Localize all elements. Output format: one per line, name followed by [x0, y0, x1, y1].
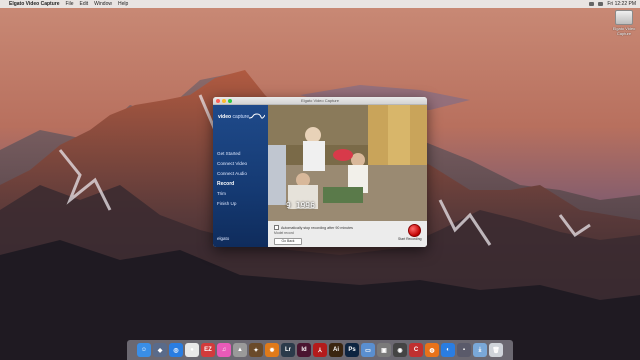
auto-stop-option[interactable]: Automatically stop recording after 90 mi… — [274, 225, 353, 230]
auto-stop-label: Automatically stop recording after 90 mi… — [281, 225, 353, 230]
app-icon[interactable]: ▲ — [233, 343, 247, 357]
status-icon[interactable] — [589, 2, 595, 6]
menu-bar: Elgato Video Capture File Edit Window He… — [0, 0, 640, 8]
video-preview: 9 1996 — [268, 105, 427, 221]
go-back-button[interactable]: Go Back — [274, 238, 302, 245]
sidebar-item-trim[interactable]: Trim — [217, 189, 247, 199]
folder-icon[interactable]: ▭ — [361, 343, 375, 357]
wave-icon — [249, 113, 265, 119]
brand-logo: video capture — [218, 114, 250, 120]
app2-icon[interactable]: ▪ — [457, 343, 471, 357]
acrobat-icon[interactable]: ⅄ — [313, 343, 327, 357]
illustrator-icon[interactable]: Ai — [329, 343, 343, 357]
sidebar-item-finish-up[interactable]: Finish Up — [217, 199, 247, 209]
sidebar-item-connect-audio[interactable]: Connect Audio — [217, 169, 247, 179]
itunes-icon[interactable]: ♫ — [217, 343, 231, 357]
menu-help[interactable]: Help — [118, 1, 128, 7]
auto-stop-checkbox[interactable] — [274, 225, 279, 230]
close-icon[interactable] — [216, 98, 220, 103]
sidebar-item-get-started[interactable]: Get Started — [217, 149, 247, 159]
preview-icon[interactable]: ▣ — [377, 343, 391, 357]
firefox2-icon[interactable]: ◍ — [425, 343, 439, 357]
dock: ☺ ◆ ◎ ● EZ ♫ ▲ ✦ ✹ Lr Id ⅄ Ai Ps ▭ ▣ ◉ C ◍ ◐ ▪ ⤓ 🗑 — [127, 340, 513, 360]
trash-icon[interactable]: 🗑 — [489, 343, 503, 357]
drive-icon — [615, 10, 633, 25]
menu-app-name[interactable]: Elgato Video Capture — [9, 1, 59, 7]
elgato-logo: elgato — [217, 236, 230, 241]
downloads-icon[interactable]: ⤓ — [473, 343, 487, 357]
app-c-icon[interactable]: C — [409, 343, 423, 357]
finder-icon[interactable]: ☺ — [137, 343, 151, 357]
minimize-icon[interactable] — [222, 98, 226, 103]
window-titlebar[interactable]: Elgato Video Capture — [213, 97, 427, 105]
clock[interactable]: Fri 12:22 PM — [607, 1, 636, 7]
wifi-icon[interactable] — [598, 2, 604, 6]
sidebar-nav: Get Started Connect Video Connect Audio … — [217, 149, 247, 209]
sidebar-item-connect-video[interactable]: Connect Video — [217, 159, 247, 169]
lightroom-icon[interactable]: Lr — [281, 343, 295, 357]
movie-icon[interactable]: ✦ — [249, 343, 263, 357]
drive-label: Elgato Video Capture — [612, 26, 636, 36]
chrome-icon[interactable]: ● — [185, 343, 199, 357]
desktop: Elgato Video Capture File Edit Window He… — [0, 0, 640, 360]
maximize-icon[interactable] — [228, 98, 232, 103]
launchpad-icon[interactable]: ◆ — [153, 343, 167, 357]
window-title: Elgato Video Capture — [301, 98, 339, 103]
video-timestamp: 9 1996 — [286, 201, 315, 210]
sidebar-item-record[interactable]: Record — [217, 179, 247, 189]
desktop-drive[interactable]: Elgato Video Capture — [612, 10, 636, 36]
menu-window[interactable]: Window — [94, 1, 112, 7]
menu-edit[interactable]: Edit — [80, 1, 89, 7]
sidebar: video capture Get Started Connect Video … — [213, 105, 268, 247]
hint-text: Model record — [274, 231, 294, 235]
capture-icon[interactable]: ◉ — [393, 343, 407, 357]
safari-icon[interactable]: ◎ — [169, 343, 183, 357]
firefox-icon[interactable]: ✹ — [265, 343, 279, 357]
ez-icon[interactable]: EZ — [201, 343, 215, 357]
menu-file[interactable]: File — [65, 1, 73, 7]
record-label: Start Recording — [398, 237, 422, 241]
record-controls: Automatically stop recording after 90 mi… — [268, 221, 427, 247]
record-button[interactable] — [408, 224, 421, 237]
browser-icon[interactable]: ◐ — [441, 343, 455, 357]
indesign-icon[interactable]: Id — [297, 343, 311, 357]
app-window: Elgato Video Capture video capture Get S… — [213, 97, 427, 247]
photoshop-icon[interactable]: Ps — [345, 343, 359, 357]
